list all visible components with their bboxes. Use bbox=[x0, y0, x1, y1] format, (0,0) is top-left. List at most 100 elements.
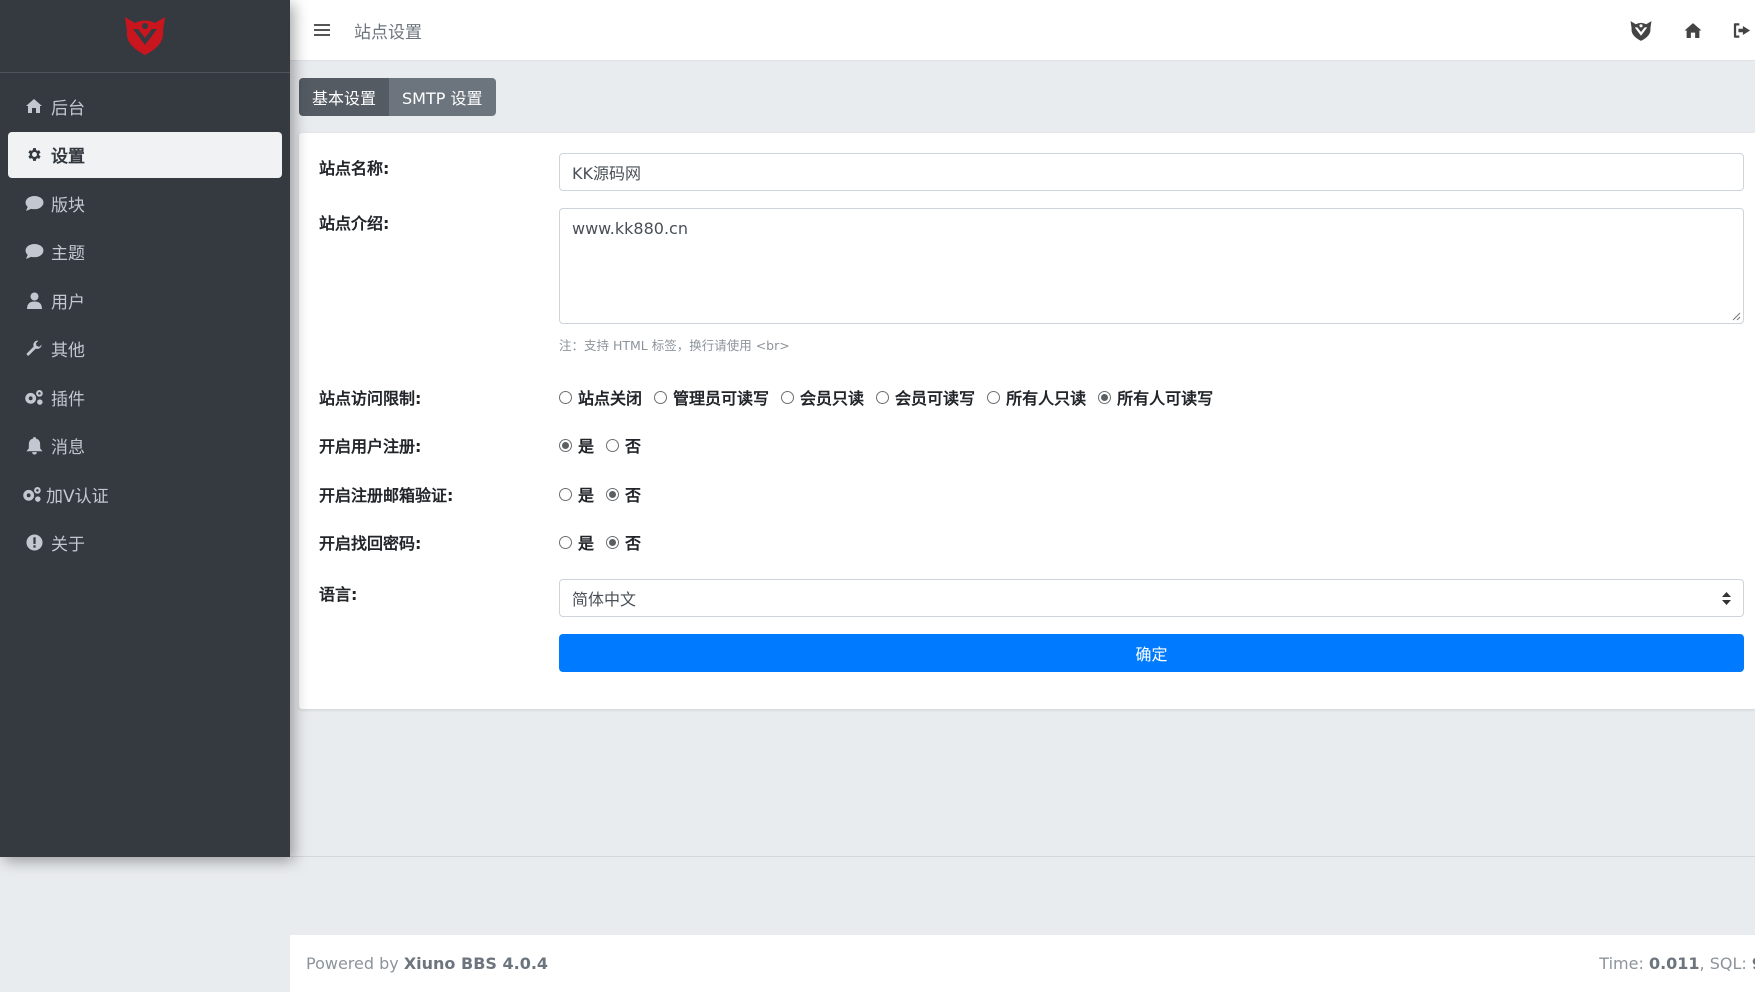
comment-icon bbox=[24, 195, 44, 212]
select-arrows-icon bbox=[1722, 591, 1731, 605]
radio-label: 是 bbox=[578, 437, 595, 456]
radio-button[interactable] bbox=[606, 487, 620, 501]
radio-label: 是 bbox=[578, 486, 595, 505]
password-reset-radio-group: 是 否 bbox=[559, 530, 1744, 554]
sidebar-item-settings[interactable]: 设置 bbox=[8, 131, 282, 178]
sidebar-item-label: 加V认证 bbox=[46, 486, 109, 507]
time-prefix: Time: bbox=[1599, 954, 1649, 973]
register-radio-group: 是 否 bbox=[559, 433, 1744, 457]
tab-basic-settings[interactable]: 基本设置 bbox=[299, 78, 390, 116]
email-verify-label: 开启注册邮箱验证: bbox=[319, 486, 454, 505]
language-label: 语言: bbox=[319, 585, 358, 604]
sidebar-item-threads[interactable]: 主题 bbox=[8, 229, 282, 275]
email-verify-radio-group: 是 否 bbox=[559, 482, 1744, 506]
site-intro-text: www.kk880.cn bbox=[572, 219, 688, 238]
radio-button[interactable] bbox=[987, 390, 1001, 404]
sidebar-item-messages[interactable]: 消息 bbox=[8, 423, 282, 469]
shield-logo-icon[interactable] bbox=[1629, 20, 1653, 42]
radio-label: 会员可读写 bbox=[895, 389, 976, 408]
radio-button[interactable] bbox=[606, 535, 620, 549]
radio-button[interactable] bbox=[654, 390, 668, 404]
site-name-label: 站点名称: bbox=[319, 159, 390, 178]
access-option-all-ro[interactable]: 所有人只读 bbox=[987, 385, 1086, 409]
radio-button[interactable] bbox=[559, 535, 572, 549]
sidebar-item-other[interactable]: 其他 bbox=[8, 326, 282, 372]
sidebar-item-label: 插件 bbox=[51, 389, 85, 410]
tab-smtp-settings[interactable]: SMTP 设置 bbox=[389, 78, 496, 116]
sidebar-item-label: 版块 bbox=[51, 195, 85, 216]
radio-button[interactable] bbox=[876, 390, 890, 404]
register-option-yes[interactable]: 是 bbox=[559, 433, 594, 457]
page-title: 站点设置 bbox=[354, 22, 422, 43]
radio-label: 会员只读 bbox=[800, 389, 865, 408]
site-intro-label: 站点介绍: bbox=[319, 214, 390, 233]
sidebar-logo[interactable] bbox=[0, 0, 290, 73]
access-option-all-rw[interactable]: 所有人可读写 bbox=[1098, 385, 1213, 409]
footer: Powered by Xiuno BBS 4.0.4 Time: 0.011, … bbox=[290, 935, 1755, 992]
red-shield-logo-icon bbox=[125, 17, 165, 55]
email-verify-option-no[interactable]: 否 bbox=[606, 482, 641, 506]
radio-label: 所有人可读写 bbox=[1117, 389, 1214, 408]
access-option-admin-rw[interactable]: 管理员可读写 bbox=[654, 385, 769, 409]
sidebar-item-label: 关于 bbox=[51, 535, 85, 555]
radio-label: 否 bbox=[625, 437, 642, 456]
site-name-input[interactable]: KK源码网 bbox=[559, 153, 1744, 191]
sidebar-item-label: 主题 bbox=[51, 244, 85, 264]
register-label: 开启用户注册: bbox=[319, 437, 422, 456]
sidebar-item-label: 消息 bbox=[51, 438, 85, 458]
time-value: 0.011 bbox=[1648, 954, 1700, 973]
language-select[interactable]: 简体中文 bbox=[559, 579, 1744, 617]
logout-icon[interactable] bbox=[1733, 22, 1751, 39]
radio-label: 否 bbox=[625, 534, 642, 553]
sidebar-item-dashboard[interactable]: 后台 bbox=[8, 83, 282, 129]
access-radio-group: 站点关闭 管理员可读写 会员只读 会员可读写 所有人只读 所有人可读写 bbox=[559, 385, 1744, 409]
access-label: 站点访问限制: bbox=[319, 389, 422, 408]
submit-button[interactable]: 确定 bbox=[559, 634, 1744, 672]
access-option-member-rw[interactable]: 会员可读写 bbox=[876, 385, 975, 409]
register-option-no[interactable]: 否 bbox=[606, 433, 641, 457]
sidebar-item-users[interactable]: 用户 bbox=[8, 277, 282, 323]
bell-icon bbox=[24, 436, 44, 455]
sidebar: 后台 设置 版块 主题 用户 其他 插件 消息 加V认证 关于 bbox=[0, 0, 290, 857]
radio-button[interactable] bbox=[559, 487, 572, 501]
sidebar-item-verification[interactable]: 加V认证 bbox=[8, 471, 282, 517]
password-reset-option-yes[interactable]: 是 bbox=[559, 530, 594, 554]
email-verify-option-yes[interactable]: 是 bbox=[559, 482, 594, 506]
radio-button[interactable] bbox=[1098, 390, 1112, 404]
home-icon bbox=[24, 98, 44, 114]
powered-name[interactable]: Xiuno BBS 4.0.4 bbox=[404, 954, 548, 973]
site-intro-hint: 注：支持 HTML 标签，换行请使用 <br> bbox=[559, 338, 790, 353]
comment-icon bbox=[24, 243, 44, 260]
home-icon[interactable] bbox=[1683, 22, 1703, 39]
radio-button[interactable] bbox=[781, 390, 795, 404]
radio-button[interactable] bbox=[559, 438, 572, 452]
user-icon bbox=[24, 292, 44, 309]
access-option-closed[interactable]: 站点关闭 bbox=[559, 385, 642, 409]
sidebar-item-about[interactable]: 关于 bbox=[8, 520, 282, 566]
powered-prefix: Powered by bbox=[306, 954, 404, 973]
radio-label: 否 bbox=[625, 486, 642, 505]
radio-label: 管理员可读写 bbox=[673, 389, 770, 408]
sidebar-item-label: 设置 bbox=[51, 147, 85, 167]
sidebar-item-forums[interactable]: 版块 bbox=[8, 180, 282, 226]
sidebar-item-label: 后台 bbox=[51, 98, 85, 119]
radio-button[interactable] bbox=[606, 438, 620, 452]
powered-by: Powered by Xiuno BBS 4.0.4 bbox=[306, 954, 548, 973]
resize-grip-icon[interactable] bbox=[1732, 312, 1741, 321]
radio-label: 站点关闭 bbox=[578, 389, 643, 408]
settings-card: 站点名称: KK源码网 站点介绍: www.kk880.cn 注：支持 HTML… bbox=[299, 133, 1755, 709]
language-value: 简体中文 bbox=[572, 590, 637, 609]
gear-icon bbox=[24, 146, 44, 163]
sidebar-item-plugins[interactable]: 插件 bbox=[8, 374, 282, 420]
site-intro-textarea[interactable]: www.kk880.cn bbox=[559, 208, 1744, 324]
sql-prefix: , SQL: bbox=[1699, 954, 1752, 973]
gears-icon bbox=[24, 389, 44, 406]
menu-toggle-icon[interactable] bbox=[314, 23, 330, 37]
sidebar-item-label: 其他 bbox=[51, 341, 85, 361]
radio-button[interactable] bbox=[559, 390, 572, 404]
password-reset-option-no[interactable]: 否 bbox=[606, 530, 641, 554]
info-icon bbox=[24, 534, 44, 551]
sidebar-item-label: 用户 bbox=[51, 292, 85, 313]
password-reset-label: 开启找回密码: bbox=[319, 534, 422, 553]
access-option-member-ro[interactable]: 会员只读 bbox=[781, 385, 864, 409]
